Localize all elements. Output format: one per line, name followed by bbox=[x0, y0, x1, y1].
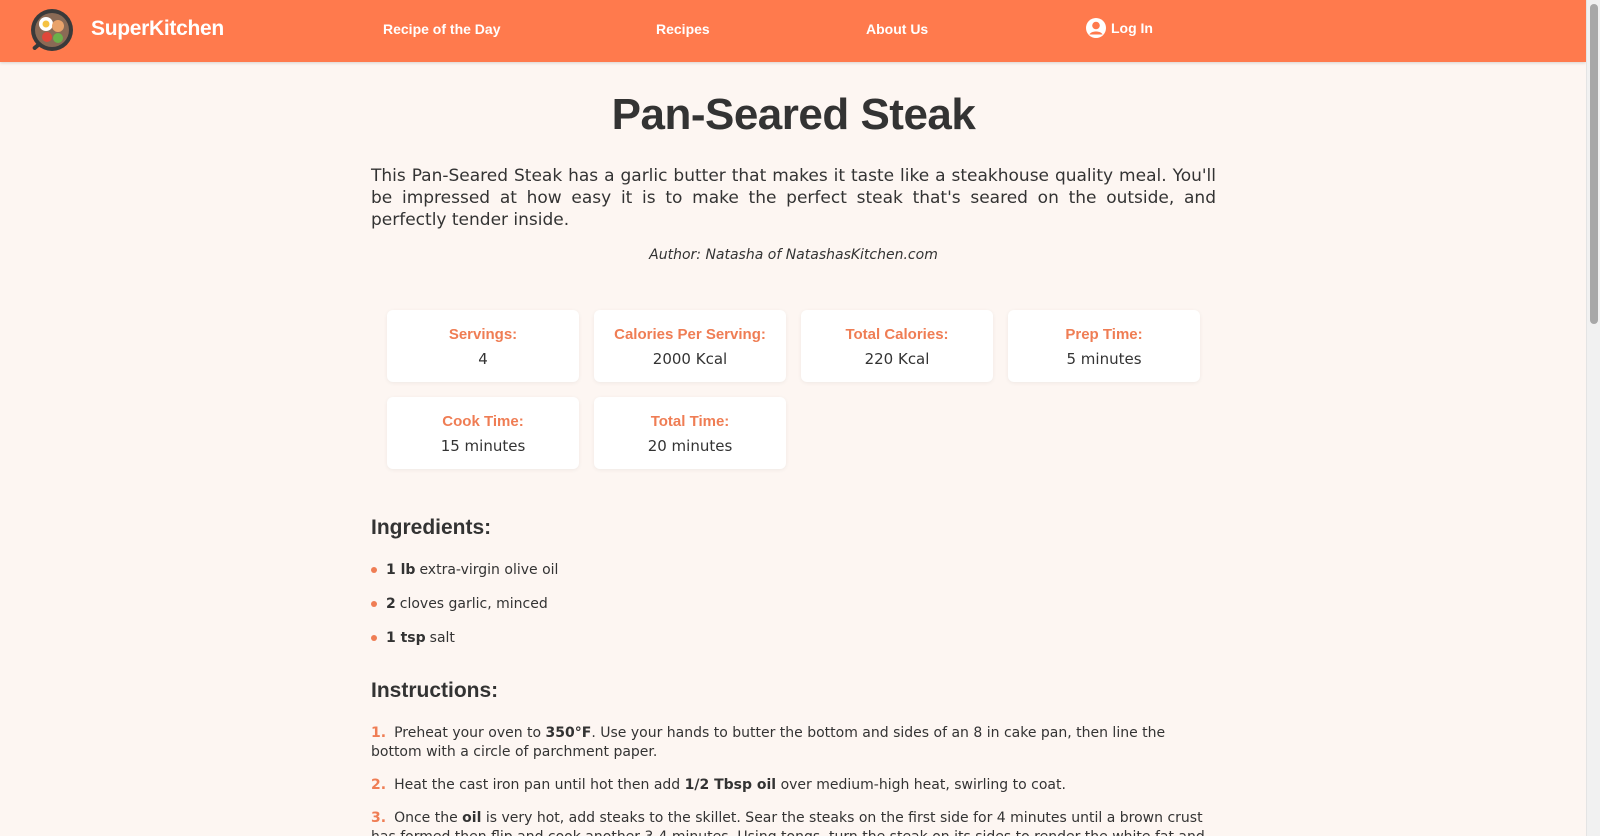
stat-value: 5 minutes bbox=[1066, 350, 1142, 368]
recipe-author: Author: Natasha of NatashasKitchen.com bbox=[649, 247, 938, 263]
user-icon bbox=[1086, 18, 1106, 38]
bullet-icon bbox=[371, 567, 377, 573]
ingredient-name: extra-virgin olive oil bbox=[419, 562, 559, 578]
ingredient-name: cloves garlic, minced bbox=[399, 596, 548, 612]
login-button[interactable]: Log In bbox=[1085, 17, 1153, 39]
instruction-step: 1. Preheat your oven to 350°F. Use your h… bbox=[371, 724, 1216, 762]
stat-value: 4 bbox=[478, 350, 488, 368]
navbar: SuperKitchen Recipe of the Day Recipes A… bbox=[0, 0, 1586, 62]
stat-label: Calories Per Serving: bbox=[614, 326, 766, 343]
login-label: Log In bbox=[1111, 20, 1153, 36]
bullet-icon bbox=[371, 635, 377, 641]
brand-name[interactable]: SuperKitchen bbox=[91, 17, 224, 41]
instructions-heading: Instructions: bbox=[371, 679, 499, 702]
step-text: Preheat your oven to bbox=[394, 725, 546, 741]
ingredients-heading: Ingredients: bbox=[371, 516, 492, 539]
stat-card-cook-time: Cook Time: 15 minutes bbox=[387, 397, 579, 469]
recipe-description: This Pan-Seared Steak has a garlic butte… bbox=[371, 166, 1216, 230]
bullet-icon bbox=[371, 601, 377, 607]
step-text: Heat the cast iron pan until hot then ad… bbox=[394, 777, 685, 793]
ingredient-item: 1 tsp salt bbox=[371, 630, 455, 646]
nav-recipe-of-the-day[interactable]: Recipe of the Day bbox=[383, 21, 500, 37]
stat-card-prep-time: Prep Time: 5 minutes bbox=[1008, 310, 1200, 382]
step-emphasis: 350°F bbox=[545, 725, 592, 741]
ingredient-quantity: 1 lb bbox=[386, 562, 416, 578]
step-number: 3. bbox=[371, 810, 387, 826]
stat-label: Prep Time: bbox=[1065, 326, 1143, 343]
superkitchen-logo-icon[interactable] bbox=[30, 8, 74, 52]
recipe-title: Pan-Seared Steak bbox=[611, 90, 976, 139]
ingredient-item: 2 cloves garlic, minced bbox=[371, 596, 548, 612]
step-number: 1. bbox=[371, 725, 387, 741]
ingredient-item: 1 lb extra-virgin olive oil bbox=[371, 562, 558, 578]
step-number: 2. bbox=[371, 777, 387, 793]
stat-label: Servings: bbox=[448, 326, 518, 343]
instruction-step: 2. Heat the cast iron pan until hot then … bbox=[371, 776, 1216, 795]
instruction-step: 3. Once the oil is very hot, add steaks t… bbox=[371, 809, 1216, 836]
ingredient-quantity: 2 bbox=[386, 596, 396, 612]
stat-card-total-calories: Total Calories: 220 Kcal bbox=[801, 310, 993, 382]
ingredient-quantity: 1 tsp bbox=[386, 630, 426, 646]
stat-card-total-time: Total Time: 20 minutes bbox=[594, 397, 786, 469]
stat-label: Total Time: bbox=[650, 413, 730, 430]
stat-value: 220 Kcal bbox=[864, 350, 930, 368]
vertical-scrollbar[interactable] bbox=[1586, 0, 1600, 836]
stat-card-servings: Servings: 4 bbox=[387, 310, 579, 382]
stat-label: Total Calories: bbox=[845, 326, 949, 343]
step-text: Once the bbox=[394, 810, 463, 826]
stat-label: Cook Time: bbox=[442, 413, 524, 430]
nav-about-us[interactable]: About Us bbox=[866, 21, 928, 37]
stat-value: 2000 Kcal bbox=[652, 350, 728, 368]
scrollbar-thumb[interactable] bbox=[1590, 4, 1598, 324]
step-emphasis: 1/2 Tbsp oil bbox=[684, 777, 777, 793]
nav-recipes[interactable]: Recipes bbox=[656, 21, 710, 37]
step-text: is very hot, add steaks to the skillet. … bbox=[371, 810, 1205, 836]
stat-card-calories-per-serving: Calories Per Serving: 2000 Kcal bbox=[594, 310, 786, 382]
step-text: over medium-high heat, swirling to coat. bbox=[776, 777, 1066, 793]
step-emphasis: oil bbox=[462, 810, 482, 826]
ingredient-name: salt bbox=[429, 630, 455, 646]
stat-value: 20 minutes bbox=[647, 437, 733, 455]
stat-value: 15 minutes bbox=[440, 437, 526, 455]
